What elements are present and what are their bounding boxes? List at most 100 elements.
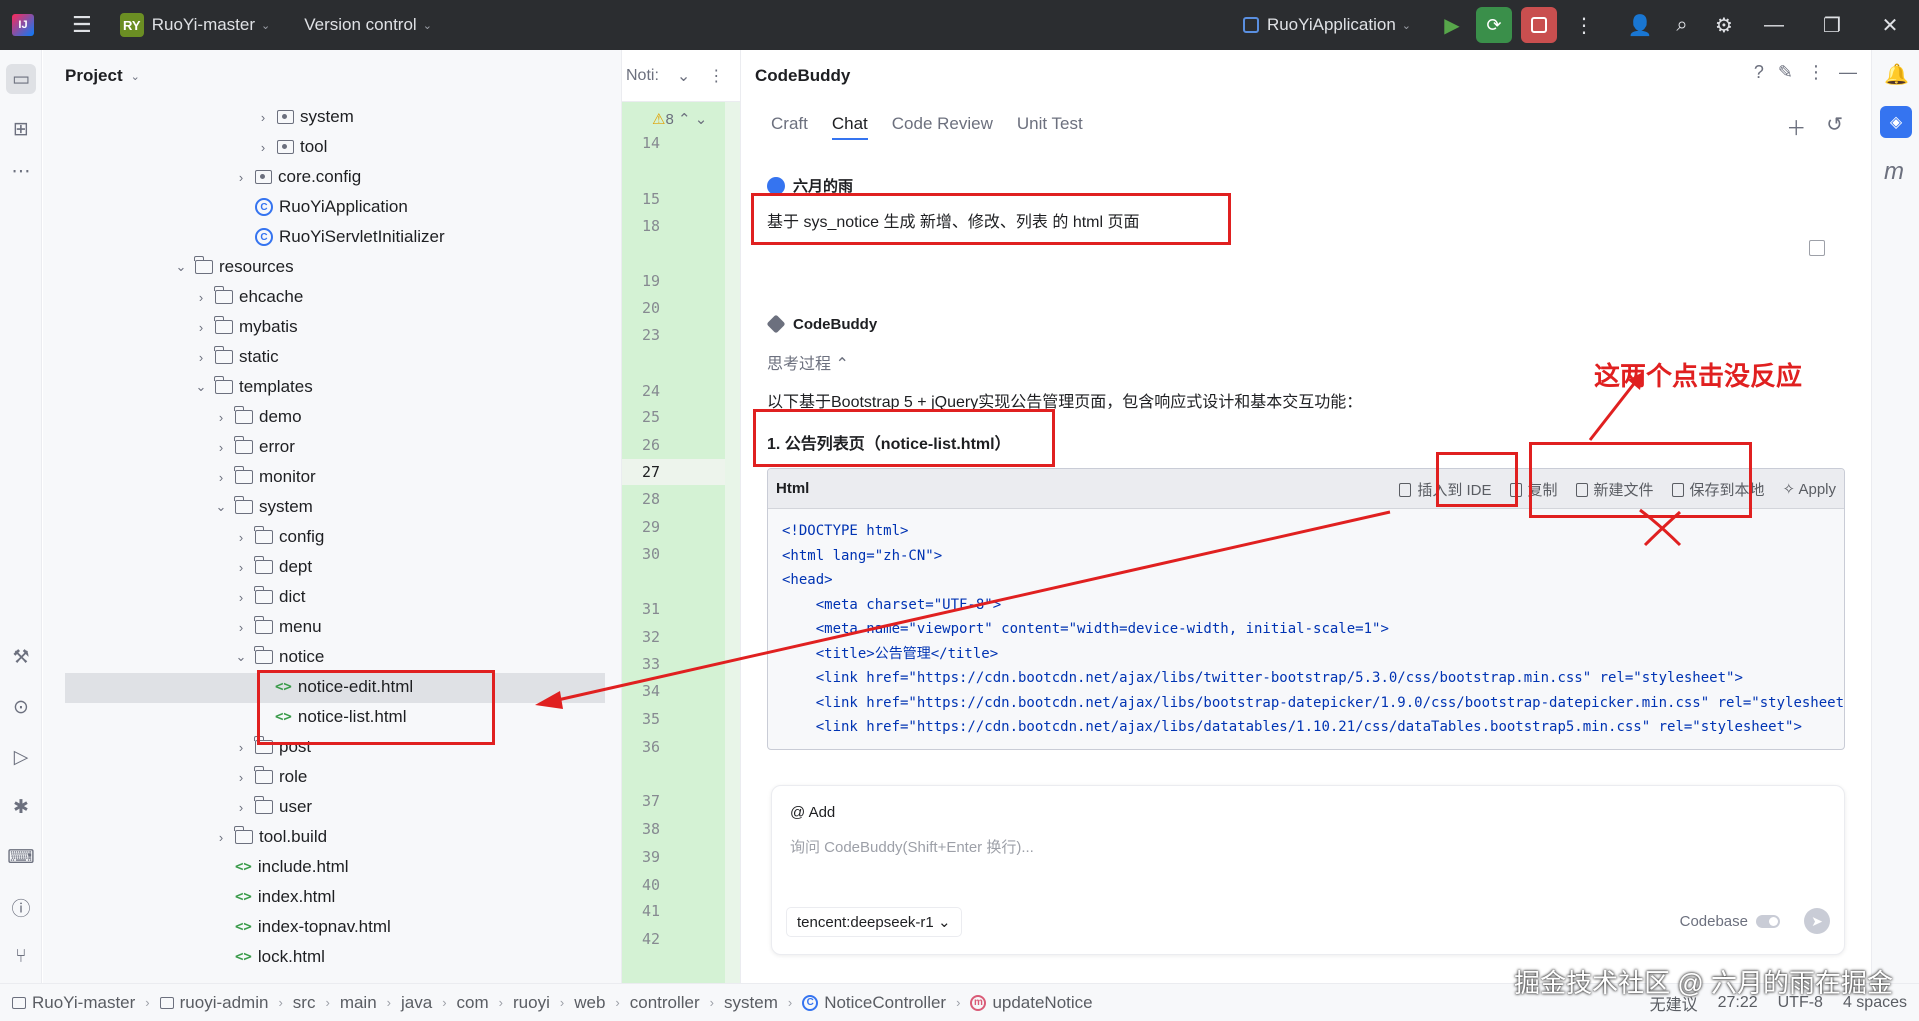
breadcrumb-item[interactable]: main <box>340 993 377 1013</box>
chevron-right-icon[interactable]: › <box>233 770 249 785</box>
warning-indicator[interactable]: ⚠8 ⌃ ⌄ <box>652 110 707 128</box>
chevron-right-icon[interactable]: › <box>255 140 271 155</box>
structure-icon[interactable]: ⊞ <box>6 114 36 144</box>
debug-icon[interactable]: ⟳ <box>1476 7 1512 43</box>
add-user-icon[interactable]: 👤 <box>1619 0 1661 50</box>
chevron-down-icon[interactable]: ⌄ <box>233 649 249 665</box>
main-menu-icon[interactable]: ☰ <box>72 12 92 38</box>
codebuddy-icon[interactable]: ◈ <box>1880 106 1912 138</box>
edit-icon[interactable]: ✎ <box>1778 62 1793 83</box>
notification-icon[interactable]: 🔔 <box>1884 62 1909 87</box>
apply-button[interactable]: ✧ Apply <box>1783 480 1836 498</box>
m-plugin-icon[interactable]: m <box>1884 158 1904 186</box>
tree-item[interactable]: <> include.html <box>213 852 349 882</box>
breadcrumb-item[interactable]: ruoyi <box>513 993 550 1013</box>
tab-craft[interactable]: Craft <box>771 114 808 140</box>
breadcrumb-item[interactable]: controller <box>630 993 700 1013</box>
debug-icon[interactable]: ✱ <box>6 792 36 822</box>
tree-item[interactable]: C RuoYiApplication <box>233 192 408 222</box>
tree-item[interactable]: › mybatis <box>193 312 298 342</box>
chevron-down-icon[interactable]: ⌄ <box>213 499 229 515</box>
editor-tab[interactable]: Noti: <box>626 67 659 85</box>
minimize-icon[interactable]: — <box>1745 0 1803 50</box>
git-icon[interactable]: ⑂ <box>6 942 36 972</box>
more-icon[interactable]: ⋮ <box>1807 62 1825 83</box>
stop-icon[interactable] <box>1521 7 1557 43</box>
chevron-right-icon[interactable]: › <box>233 560 249 575</box>
run-icon[interactable]: ▷ <box>6 742 36 772</box>
build-icon[interactable]: ⚒ <box>6 642 36 672</box>
tree-item[interactable]: <> index-topnav.html <box>213 912 391 942</box>
chevron-right-icon[interactable]: › <box>255 110 271 125</box>
vcs-menu[interactable]: Version control <box>304 15 416 35</box>
chat-input-box[interactable]: @ Add 询问 CodeBuddy(Shift+Enter 换行)... te… <box>771 785 1845 955</box>
tree-item[interactable]: › role <box>233 762 307 792</box>
new-chat-icon[interactable]: ＋ <box>1786 112 1806 141</box>
services-icon[interactable]: ⊙ <box>6 692 36 722</box>
breadcrumb-item[interactable]: ruoyi-admin <box>180 993 269 1013</box>
tree-item[interactable]: › config <box>233 522 324 552</box>
chevron-right-icon[interactable]: › <box>233 800 249 815</box>
restore-icon[interactable]: ❐ <box>1803 0 1861 50</box>
breadcrumb-item[interactable]: com <box>457 993 489 1013</box>
problems-icon[interactable]: ⓘ <box>6 892 36 922</box>
tree-item[interactable]: › menu <box>233 612 322 642</box>
chevron-down-icon[interactable]: ⌄ <box>193 379 209 395</box>
chevron-right-icon[interactable]: › <box>193 320 209 335</box>
more-icon[interactable]: ⋮ <box>708 66 724 86</box>
gear-icon[interactable]: ⚙ <box>1703 0 1745 50</box>
chevron-right-icon[interactable]: › <box>213 470 229 485</box>
minimize-icon[interactable]: — <box>1839 62 1857 83</box>
chevron-right-icon[interactable]: › <box>213 830 229 845</box>
chevron-right-icon[interactable]: › <box>213 440 229 455</box>
breadcrumb-item[interactable]: web <box>574 993 605 1013</box>
run-config-select[interactable]: RuoYiApplication ⌄ <box>1242 15 1411 35</box>
chevron-right-icon[interactable]: › <box>213 410 229 425</box>
run-icon[interactable]: ▶ <box>1431 0 1473 50</box>
chat-input[interactable]: 询问 CodeBuddy(Shift+Enter 换行)... <box>790 836 1034 857</box>
search-icon[interactable]: ⌕ <box>1661 0 1703 50</box>
tree-item[interactable]: › user <box>233 792 312 822</box>
chevron-down-icon[interactable]: ⌄ <box>677 66 690 86</box>
tab-chat[interactable]: Chat <box>831 114 868 140</box>
chevron-right-icon[interactable]: › <box>233 590 249 605</box>
breadcrumb-item[interactable]: NoticeController <box>824 993 946 1013</box>
code-content[interactable]: <!DOCTYPE html> <html lang="zh-CN"> <head>… <box>768 509 1844 749</box>
tree-item[interactable]: › static <box>193 342 279 372</box>
folder-icon[interactable]: ▭ <box>6 64 36 94</box>
tab-code-review[interactable]: Code Review <box>892 114 993 140</box>
breadcrumb-item[interactable]: system <box>724 993 778 1013</box>
model-select[interactable]: tencent:deepseek-r1 ⌄ <box>786 907 962 937</box>
chevron-right-icon[interactable]: › <box>233 530 249 545</box>
tree-item[interactable]: C RuoYiServletInitializer <box>233 222 445 252</box>
chevron-down-icon[interactable]: ⌄ <box>423 19 432 32</box>
tree-item[interactable]: › tool.build <box>213 822 327 852</box>
project-name[interactable]: RuoYi-master <box>152 15 255 35</box>
tree-item[interactable]: ⌄ resources <box>173 252 294 282</box>
copy-icon[interactable] <box>1809 240 1825 256</box>
chevron-down-icon[interactable]: ⌄ <box>173 259 189 275</box>
chevron-down-icon[interactable]: ⌄ <box>261 19 270 32</box>
tree-item[interactable]: ⌄ notice <box>233 642 324 672</box>
chevron-right-icon[interactable]: › <box>233 620 249 635</box>
editor-tab-header[interactable]: Noti: ⌄ ⋮ <box>622 50 740 102</box>
more-icon[interactable]: ⋮ <box>1563 0 1605 50</box>
chevron-right-icon[interactable]: › <box>193 290 209 305</box>
tree-item[interactable]: ⌄ templates <box>193 372 313 402</box>
tree-item[interactable]: › demo <box>213 402 302 432</box>
codebase-toggle[interactable]: Codebase <box>1680 913 1780 930</box>
add-context-button[interactable]: @ Add <box>790 804 835 821</box>
tree-item[interactable]: › monitor <box>213 462 316 492</box>
tree-item[interactable]: › system <box>255 102 354 132</box>
more-icon[interactable]: ⋯ <box>6 156 36 186</box>
tab-unit-test[interactable]: Unit Test <box>1017 114 1083 140</box>
terminal-icon[interactable]: ⌨ <box>6 842 36 872</box>
close-icon[interactable]: ✕ <box>1861 0 1919 50</box>
breadcrumb-item[interactable]: updateNotice <box>992 993 1092 1013</box>
send-button[interactable]: ➤ <box>1804 908 1830 934</box>
breadcrumb-item[interactable]: RuoYi-master <box>32 993 135 1013</box>
project-panel-header[interactable]: Project ⌄ <box>43 50 621 102</box>
tree-item[interactable]: <> lock.html <box>213 942 325 972</box>
tree-item[interactable]: › tool <box>255 132 328 162</box>
chevron-right-icon[interactable]: › <box>233 170 249 185</box>
